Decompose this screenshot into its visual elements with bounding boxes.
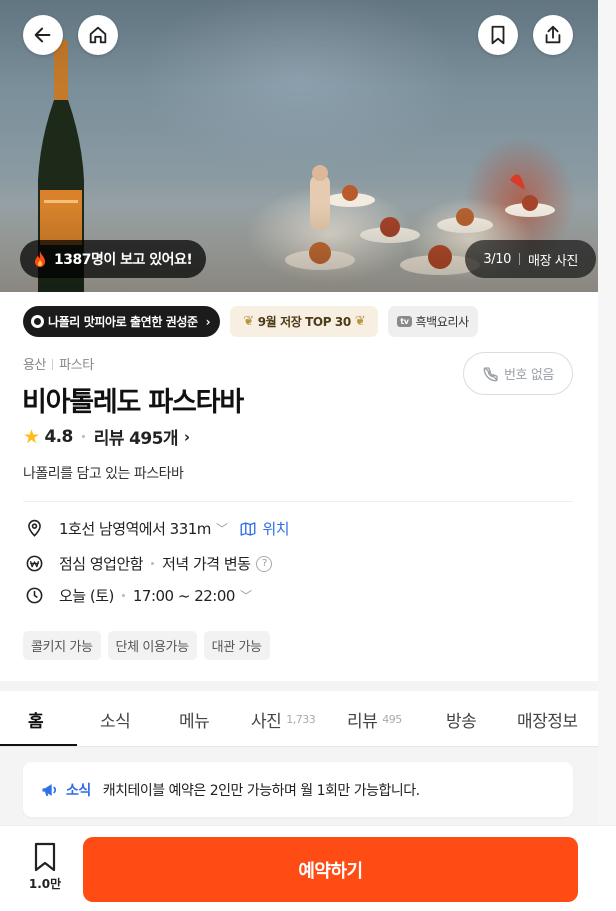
category-label: 파스타: [59, 358, 94, 373]
tab-label: 사진: [251, 711, 282, 732]
divider: [23, 501, 573, 502]
facility-tag: 단체 이용가능: [107, 631, 197, 660]
tab-count: 1,733: [286, 712, 316, 726]
tab-broadcast[interactable]: 방송: [446, 691, 477, 747]
tab-label: 메뉴: [179, 711, 210, 732]
star-icon: ★: [23, 425, 40, 448]
tab-photos[interactable]: 사진 1,733: [251, 691, 316, 747]
store-name: 비아톨레도 파스타바: [22, 387, 244, 418]
top-badge-label: 9월 저장 TOP 30: [257, 315, 351, 329]
chevron-right-icon: ›: [183, 427, 190, 446]
hours-row: 오늘 (토) 17:00 ~ 22:00 ﹀: [25, 585, 252, 606]
clock-icon: [26, 587, 43, 604]
service-text: 점심 영업안함: [59, 555, 144, 573]
dot-separator: [121, 594, 125, 597]
location-pin-icon: [28, 519, 41, 537]
notice-label: 소식: [66, 782, 91, 799]
chevron-right-icon: ›: [205, 314, 211, 329]
arrow-left-icon: [34, 27, 51, 43]
tab-menu[interactable]: 메뉴: [179, 691, 210, 747]
photo-counter-value: 3/10: [483, 251, 512, 267]
bookmark-icon: [34, 842, 56, 872]
tab-count: 495: [382, 712, 402, 726]
tab-label: 홈: [28, 711, 44, 732]
section-divider: [0, 681, 598, 691]
phone-off-icon: [483, 366, 498, 381]
facility-tag: 콜키지 가능: [23, 631, 101, 660]
tab-label: 방송: [446, 711, 477, 732]
chevron-down-icon[interactable]: ﹀: [216, 520, 228, 537]
hours-text: 17:00 ~ 22:00: [132, 586, 236, 605]
tab-store-info[interactable]: 매장정보: [517, 691, 578, 747]
phone-button[interactable]: 번호 없음: [463, 352, 573, 395]
tab-home[interactable]: 홈: [28, 691, 44, 747]
map-icon: [241, 521, 256, 536]
store-category: 용산 파스타: [23, 354, 94, 373]
save-button[interactable]: 1.0만: [22, 842, 68, 898]
share-button[interactable]: [533, 15, 573, 55]
photo-counter-label: 매장 사진: [528, 253, 578, 269]
tab-bar: 홈 소식 메뉴 사진 1,733 리뷰 495 방송 매장정보: [0, 691, 598, 747]
badge-row: 나폴리 맛피아로 출연한 권성준 › ❦ 9월 저장 TOP 30 ❦ tv 흑…: [23, 306, 478, 337]
laurel-right-icon: ❦: [354, 314, 366, 329]
review-count-link: 리뷰 495개: [93, 429, 179, 449]
price-note-text: 저녁 가격 변동: [162, 555, 251, 573]
tab-label: 소식: [100, 711, 131, 732]
viewer-count-badge: 1387명이 보고 있어요!: [20, 240, 207, 278]
chevron-down-icon[interactable]: ﹀: [240, 587, 252, 604]
ring-icon: [31, 315, 44, 328]
facility-tag: 대관 가능: [203, 631, 270, 660]
megaphone-icon: [42, 783, 57, 796]
tab-news[interactable]: 소식: [100, 691, 131, 747]
reserve-button[interactable]: 예약하기: [83, 837, 578, 902]
tab-label: 리뷰: [347, 711, 378, 732]
rating-summary[interactable]: ★ 4.8 리뷰 495개 ›: [23, 424, 190, 450]
won-icon: [26, 555, 43, 572]
tv-icon: tv: [397, 316, 412, 327]
map-link[interactable]: 위치: [239, 518, 290, 539]
notice-text: 캐치테이블 예약은 2인만 가능하며 월 1회만 가능합니다.: [102, 782, 420, 799]
home-icon: [89, 26, 107, 44]
top-badge: ❦ 9월 저장 TOP 30 ❦: [230, 306, 379, 337]
rating-value: 4.8: [44, 426, 73, 447]
location-text: 1호선 남영역에서 331m: [59, 520, 211, 538]
map-link-label: 위치: [262, 520, 290, 538]
share-icon: [545, 25, 561, 44]
active-tab-indicator: [0, 744, 77, 746]
divider: [519, 253, 521, 265]
laurel-left-icon: ❦: [243, 314, 254, 329]
region-label: 용산: [23, 358, 47, 373]
day-text: 오늘 (토): [59, 587, 114, 605]
page-edge: [598, 0, 616, 825]
dot-separator: [151, 562, 155, 565]
save-count: 1.0만: [28, 877, 62, 891]
location-row: 1호선 남영역에서 331m ﹀ 위치: [25, 518, 290, 539]
featured-badge[interactable]: 나폴리 맛피아로 출연한 권성준 ›: [23, 306, 221, 337]
featured-badge-label: 나폴리 맛피아로 출연한 권성준: [48, 315, 198, 329]
viewer-count-text: 1387명이 보고 있어요!: [54, 252, 193, 268]
flame-icon: [35, 251, 45, 267]
service-row: 점심 영업안함 저녁 가격 변동 ?: [25, 553, 273, 574]
dot-separator: [81, 435, 85, 438]
tab-reviews[interactable]: 리뷰 495: [347, 691, 402, 747]
phone-button-label: 번호 없음: [504, 368, 554, 383]
tv-badge-label: 흑백요리사: [415, 315, 470, 329]
bookmark-button[interactable]: [478, 15, 518, 55]
tab-label: 매장정보: [517, 711, 578, 732]
tv-badge: tv 흑백요리사: [388, 306, 478, 337]
divider: [52, 359, 54, 370]
bookmark-icon: [491, 25, 505, 45]
store-description: 나폴리를 담고 있는 파스타바: [23, 466, 184, 482]
help-icon[interactable]: ?: [256, 555, 273, 572]
facility-tags: 콜키지 가능 단체 이용가능 대관 가능: [23, 631, 270, 660]
home-button[interactable]: [78, 15, 118, 55]
photo-counter[interactable]: 3/10 매장 사진: [465, 240, 596, 278]
back-button[interactable]: [23, 15, 63, 55]
notice-card[interactable]: 소식 캐치테이블 예약은 2인만 가능하며 월 1회만 가능합니다.: [23, 762, 573, 817]
